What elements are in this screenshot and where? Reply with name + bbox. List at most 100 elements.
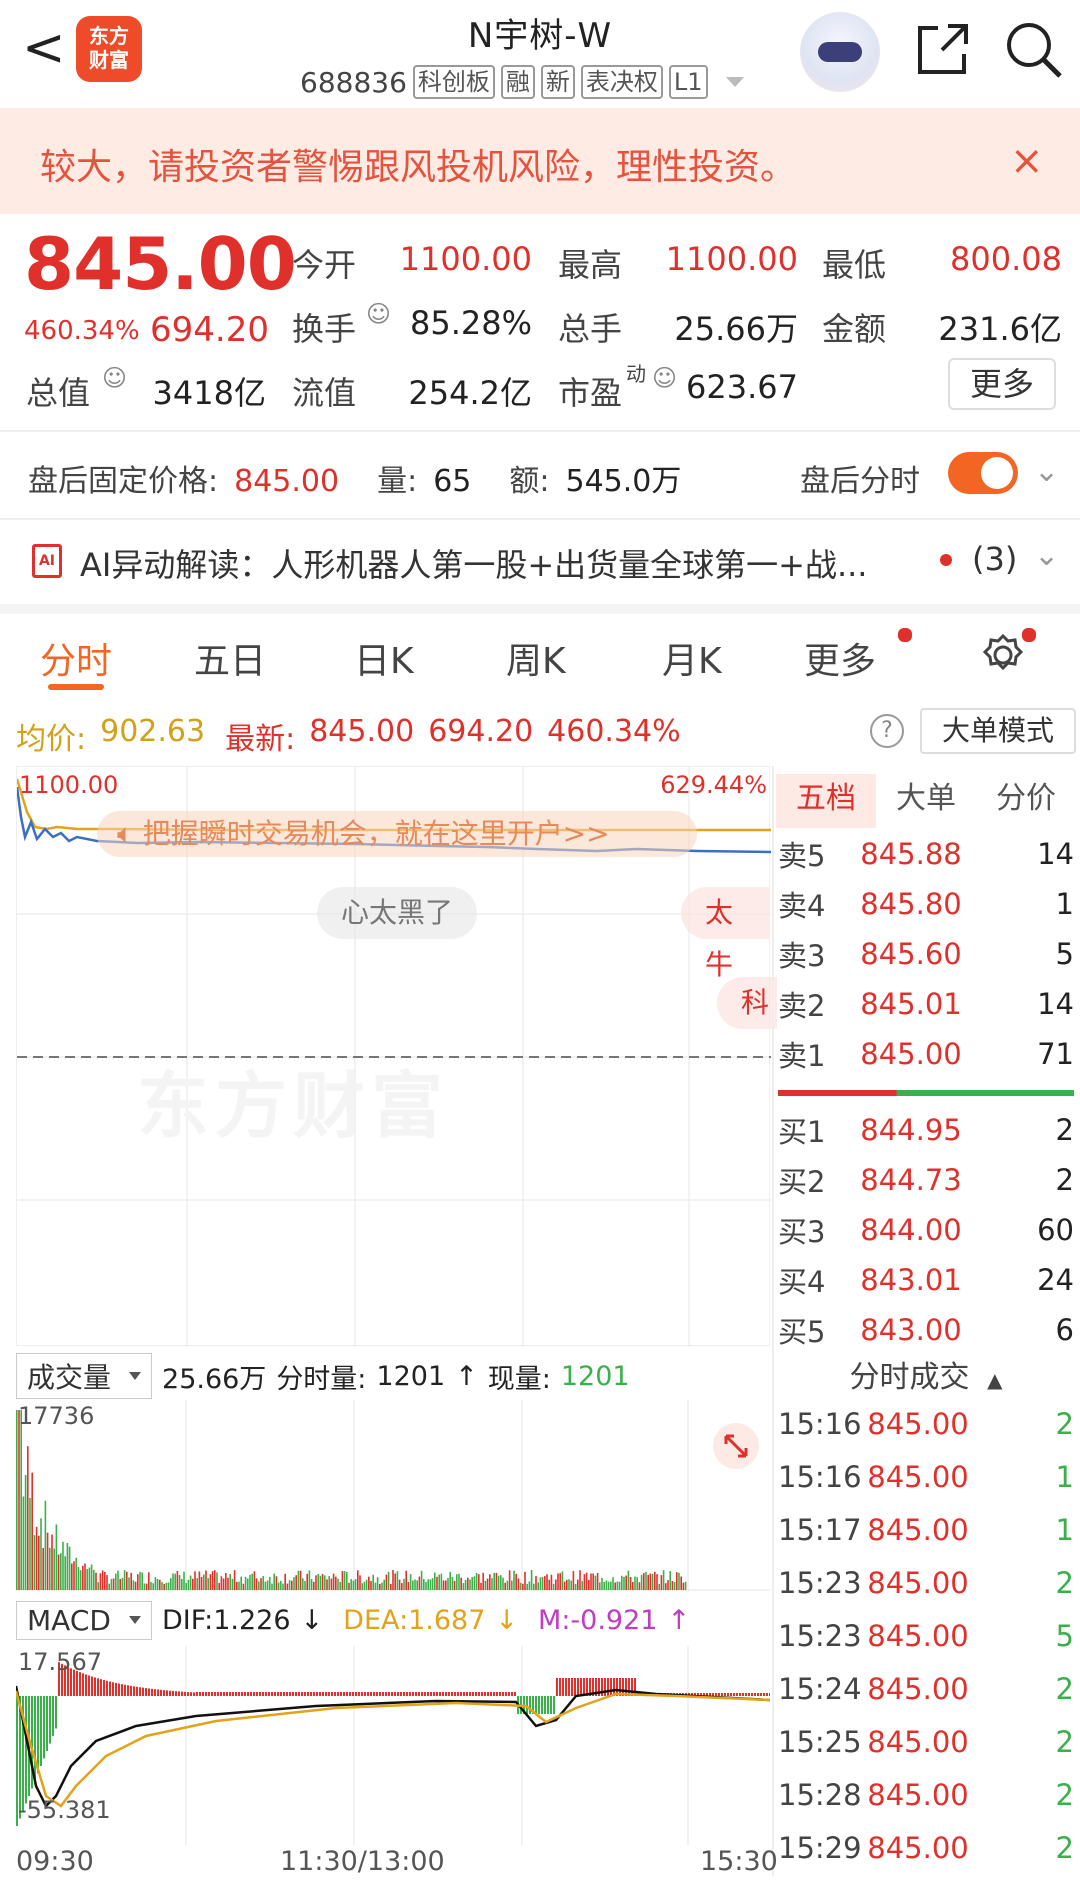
share-icon[interactable] bbox=[912, 18, 974, 80]
tick-volume-label: 分时量: bbox=[276, 1363, 367, 1395]
bid-price: 844.95 bbox=[860, 1113, 962, 1147]
macd-bar bbox=[421, 1692, 423, 1696]
tick-trades-header[interactable]: 分时成交 ▲ bbox=[776, 1352, 1076, 1396]
time-axis-end: 15:30 bbox=[700, 1846, 778, 1877]
macd-bar bbox=[196, 1692, 198, 1696]
volume-bar bbox=[484, 1580, 487, 1590]
gear-icon[interactable] bbox=[980, 632, 1026, 678]
volume-bar bbox=[293, 1577, 295, 1590]
macd-bar bbox=[331, 1692, 333, 1696]
volume-bar bbox=[654, 1571, 656, 1590]
close-icon[interactable]: × bbox=[1010, 138, 1044, 184]
back-icon[interactable]: < bbox=[22, 22, 66, 74]
macd-bar bbox=[364, 1692, 366, 1696]
latest-label: 最新: bbox=[225, 722, 296, 757]
info-icon[interactable]: ☺ bbox=[102, 364, 127, 392]
intraday-chart[interactable]: 1100.00 629.44% 东方财富 🔈︎ 把握瞬时交易机会，就在这里开户>… bbox=[16, 766, 778, 1347]
volume-bar bbox=[189, 1575, 192, 1590]
chevron-down-icon[interactable]: ⌄ bbox=[1034, 538, 1059, 573]
macd-bar bbox=[172, 1690, 174, 1696]
volume-bar bbox=[638, 1582, 641, 1590]
time-axis-mid: 11:30/13:00 bbox=[280, 1846, 445, 1877]
robot-avatar[interactable] bbox=[800, 12, 880, 92]
tab-monthly-k[interactable]: 月K bbox=[662, 632, 722, 684]
after-hours-vol: 65 bbox=[433, 464, 472, 499]
chevron-down-icon[interactable]: ⌄ bbox=[1034, 454, 1059, 489]
volume-bar bbox=[649, 1573, 652, 1590]
more-button[interactable]: 更多 bbox=[948, 358, 1056, 410]
tab-daily-k[interactable]: 日K bbox=[354, 632, 414, 684]
volume-bar bbox=[572, 1571, 575, 1590]
volume-bar bbox=[200, 1577, 203, 1590]
macd-bar bbox=[610, 1678, 612, 1696]
volume-bar bbox=[86, 1568, 88, 1590]
volume-bar bbox=[167, 1582, 170, 1590]
info-icon[interactable]: ☺ bbox=[366, 300, 391, 328]
bid-row: 买2 844.73 2 bbox=[778, 1156, 1074, 1204]
volume-bar bbox=[240, 1576, 242, 1590]
macd-bar bbox=[382, 1692, 384, 1696]
volume-bar bbox=[625, 1575, 627, 1590]
unread-dot bbox=[940, 554, 952, 566]
tab-big-orders[interactable]: 大单 bbox=[876, 774, 976, 828]
volume-total: 25.66万 bbox=[162, 1363, 267, 1395]
macd-bar bbox=[448, 1692, 450, 1696]
macd-bar bbox=[742, 1693, 744, 1696]
ai-count: (3) bbox=[972, 540, 1018, 578]
macd-bar bbox=[205, 1692, 207, 1696]
macd-bar bbox=[313, 1692, 315, 1696]
tab-weekly-k[interactable]: 周K bbox=[506, 632, 566, 684]
trade-row: 15:24 845.00 2 bbox=[778, 1663, 1074, 1715]
after-hours-toggle[interactable] bbox=[948, 452, 1018, 494]
volume-bar bbox=[273, 1573, 275, 1590]
open-value: 1100.00 bbox=[399, 240, 532, 278]
macd-bar bbox=[760, 1693, 762, 1696]
volume-bar bbox=[20, 1410, 22, 1590]
pct-axis-top: 629.44% bbox=[660, 771, 767, 799]
indicator-select[interactable]: 成交量 bbox=[16, 1353, 153, 1399]
ai-insight-text[interactable]: AI异动解读：人形机器人第一股+出货量全球第一+战... bbox=[80, 540, 867, 586]
volume-bar bbox=[447, 1577, 449, 1590]
macd-bar bbox=[604, 1678, 606, 1696]
macd-header: MACD DIF:1.226 ↓ DEA:1.687 ↓ M:-0.921 ↑ bbox=[16, 1596, 690, 1644]
macd-svg bbox=[14, 1646, 771, 1846]
trade-volume: 2 bbox=[1055, 1672, 1074, 1706]
macd-bar bbox=[190, 1692, 192, 1696]
macd-chart[interactable]: 17.567 -55.381 bbox=[14, 1646, 771, 1846]
macd-bar bbox=[214, 1692, 216, 1696]
pe-label: 市盈 bbox=[558, 374, 623, 412]
tab-intraday[interactable]: 分时 bbox=[40, 632, 112, 684]
mktcap-label: 总值 bbox=[26, 374, 91, 412]
chevron-down-icon[interactable] bbox=[725, 77, 744, 87]
macd-bar bbox=[160, 1689, 162, 1696]
tab-five-levels[interactable]: 五档 bbox=[776, 774, 876, 828]
big-order-mode-button[interactable]: 大单模式 bbox=[920, 708, 1076, 754]
change-percent: 460.34% bbox=[24, 316, 140, 346]
volume-bar bbox=[678, 1572, 680, 1590]
trade-price: 845.00 bbox=[867, 1460, 969, 1494]
indicator-select[interactable]: MACD bbox=[16, 1600, 152, 1640]
tab-five-day[interactable]: 五日 bbox=[194, 632, 266, 684]
low-label: 最低 bbox=[822, 246, 887, 284]
volume-chart[interactable]: 17736 bbox=[16, 1400, 770, 1592]
current-price: 845.00 bbox=[24, 222, 297, 306]
search-icon[interactable] bbox=[1002, 18, 1064, 80]
trade-row: 15:28 845.00 2 bbox=[778, 1769, 1074, 1821]
volume-bar bbox=[517, 1578, 520, 1590]
volume-bar bbox=[242, 1583, 245, 1590]
volume-bar bbox=[82, 1565, 84, 1590]
tab-price-distribution[interactable]: 分价 bbox=[976, 774, 1076, 828]
top-bar: < 东方 财富 N宇树-W 688836 科创板 融 新 表决权 L1 bbox=[0, 0, 1080, 105]
help-icon[interactable]: ? bbox=[870, 714, 904, 748]
info-icon[interactable]: ☺ bbox=[652, 364, 677, 392]
after-hours-amt: 545.0万 bbox=[565, 464, 682, 499]
open-account-banner[interactable]: 🔈︎ 把握瞬时交易机会，就在这里开户>> bbox=[97, 811, 697, 857]
macd-bar bbox=[379, 1692, 381, 1696]
volume-bar bbox=[55, 1524, 58, 1590]
expand-icon[interactable] bbox=[712, 1422, 760, 1470]
volume-bar bbox=[187, 1579, 190, 1590]
after-hours-price: 845.00 bbox=[234, 464, 340, 499]
tab-more[interactable]: 更多 bbox=[804, 632, 876, 684]
macd-bar bbox=[757, 1693, 759, 1696]
macd-bar bbox=[256, 1692, 258, 1696]
